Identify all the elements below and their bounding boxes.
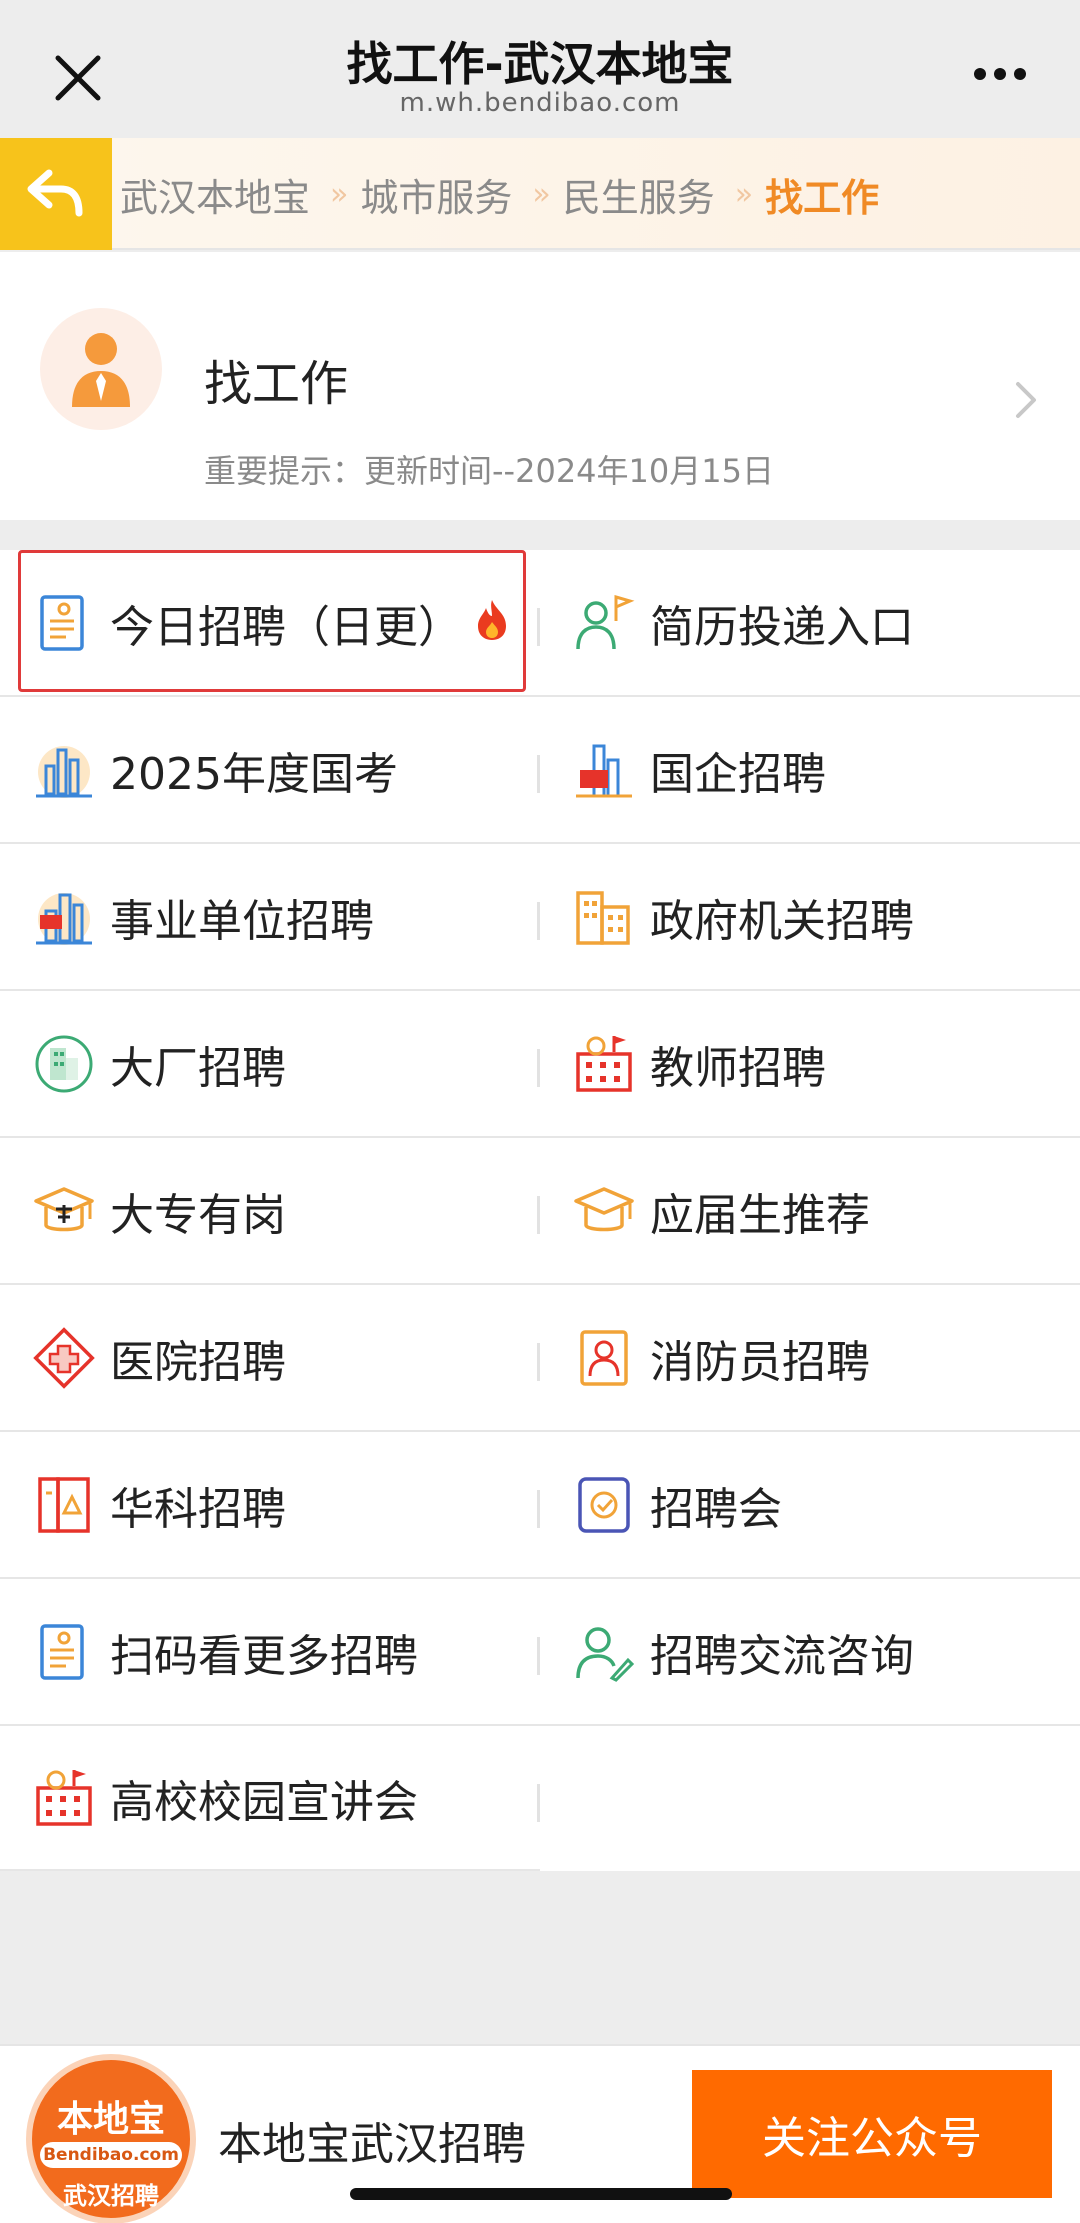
breadcrumb-item-livelihood[interactable]: 民生服务 — [563, 167, 715, 222]
graduate-cap-icon — [574, 1186, 634, 1231]
menu-item-state-enterprise[interactable]: 国企招聘 — [540, 697, 1080, 842]
menu-item-label: 大厂招聘 — [110, 1042, 286, 1094]
follow-button[interactable]: 关注公众号 — [692, 2070, 1052, 2198]
home-indicator — [350, 2188, 732, 2200]
job-fair-icon — [578, 1476, 630, 1533]
college-cap-icon — [34, 1186, 94, 1231]
job-seeker-icon — [40, 308, 162, 430]
institution-icon — [36, 892, 92, 945]
menu-row: 事业单位招聘 政府机关招聘 — [0, 844, 1080, 991]
city-icon — [36, 745, 92, 798]
header-title: 找工作 — [204, 356, 349, 412]
menu-item-label: 扫码看更多招聘 — [110, 1630, 418, 1682]
menu-item-hust[interactable]: 华科招聘 — [0, 1432, 540, 1577]
menu-item-scan-more[interactable]: 扫码看更多招聘 — [0, 1579, 540, 1724]
header-card[interactable]: 找工作 重要提示：更新时间--2024年10月15日 — [0, 252, 1080, 520]
breadcrumb-separator: » — [734, 176, 754, 212]
account-name: 本地宝武汉招聘 — [218, 2119, 526, 2170]
qr-document-icon — [40, 1623, 84, 1680]
menu-item-big-company[interactable]: 大厂招聘 — [0, 991, 540, 1136]
logo-top-text: 本地宝 — [56, 2099, 165, 2140]
highlight-box — [18, 550, 526, 692]
menu-item-label: 医院招聘 — [110, 1336, 286, 1388]
school-icon — [576, 1035, 632, 1092]
menu-item-government[interactable]: 政府机关招聘 — [540, 844, 1080, 989]
page-title: 找工作-武汉本地宝 — [346, 37, 734, 91]
person-flag-icon — [576, 594, 635, 649]
menu-item-label: 招聘交流咨询 — [650, 1630, 914, 1682]
update-note: 重要提示：更新时间--2024年10月15日 — [204, 452, 774, 490]
menu-item-label: 消防员招聘 — [650, 1336, 870, 1388]
university-icon — [38, 1476, 90, 1533]
menu-item-college[interactable]: 大专有岗 — [0, 1138, 540, 1283]
menu-item-job-fair[interactable]: 招聘会 — [540, 1432, 1080, 1577]
state-enterprise-icon — [576, 744, 632, 797]
chevron-right-icon — [1016, 382, 1036, 418]
menu-item-firefighter[interactable]: 消防员招聘 — [540, 1285, 1080, 1430]
breadcrumb-separator: » — [532, 176, 551, 212]
back-button[interactable] — [0, 138, 112, 250]
menu-row: 高校校园宣讲会 — [0, 1726, 1080, 1873]
menu-item-label: 教师招聘 — [650, 1042, 826, 1094]
menu-item-label: 应届生推荐 — [650, 1189, 870, 1241]
hospital-cross-icon — [33, 1326, 95, 1389]
breadcrumb-item-city-service[interactable]: 城市服务 — [360, 167, 512, 222]
back-arrow-icon — [27, 169, 83, 217]
menu-item-consult[interactable]: 招聘交流咨询 — [540, 1579, 1080, 1724]
menu-item-label: 华科招聘 — [110, 1483, 286, 1535]
menu-item-teacher[interactable]: 教师招聘 — [540, 991, 1080, 1136]
breadcrumb: 武汉本地宝 » 城市服务 » 民生服务 » 找工作 — [0, 138, 1080, 250]
menu-row: 2025年度国考 国企招聘 — [0, 697, 1080, 844]
menu-item-label: 政府机关招聘 — [650, 895, 914, 947]
menu-item-public-institution[interactable]: 事业单位招聘 — [0, 844, 540, 989]
title-bar: 找工作-武汉本地宝 m.wh.bendibao.com — [0, 0, 1080, 138]
logo-bottom-text: 武汉招聘 — [63, 2182, 159, 2210]
menu-item-label: 大专有岗 — [110, 1189, 286, 1241]
menu-row: 扫码看更多招聘 招聘交流咨询 — [0, 1579, 1080, 1726]
menu-row: 医院招聘 消防员招聘 — [0, 1285, 1080, 1432]
breadcrumb-separator: » — [330, 176, 349, 212]
menu-item-label: 国企招聘 — [650, 748, 826, 800]
menu-item-hospital[interactable]: 医院招聘 — [0, 1285, 540, 1430]
campus-icon — [36, 1769, 92, 1826]
menu-row: 今日招聘（日更） 简历投递入口 — [0, 550, 1080, 697]
consult-person-icon — [576, 1626, 635, 1682]
fire-icon — [478, 600, 506, 640]
government-building-icon — [576, 890, 630, 945]
menu-item-national-exam[interactable]: 2025年度国考 — [0, 697, 540, 842]
breadcrumb-item-home[interactable]: 武汉本地宝 — [120, 167, 310, 222]
menu-row: 华科招聘 招聘会 — [0, 1432, 1080, 1579]
menu-item-empty — [540, 1726, 1080, 1871]
logo-mid-text: Bendibao.com — [40, 2142, 182, 2168]
company-building-icon — [35, 1035, 93, 1092]
page-url: m.wh.bendibao.com — [399, 88, 681, 118]
menu-row: 大专有岗 应届生推荐 — [0, 1138, 1080, 1285]
more-icon[interactable] — [972, 66, 1028, 82]
menu-item-label: 高校校园宣讲会 — [110, 1776, 418, 1828]
bendibao-logo: 本地宝 Bendibao.com 武汉招聘 — [26, 2054, 196, 2223]
menu-item-campus-talk[interactable]: 高校校园宣讲会 — [0, 1726, 540, 1871]
menu-item-label: 简历投递入口 — [650, 601, 914, 653]
breadcrumb-current: 找工作 — [765, 175, 880, 220]
firefighter-icon — [580, 1329, 628, 1386]
menu-item-resume-submit[interactable]: 简历投递入口 — [540, 550, 1080, 695]
menu-item-fresh-graduate[interactable]: 应届生推荐 — [540, 1138, 1080, 1283]
menu-item-label: 招聘会 — [650, 1483, 782, 1535]
menu-row: 大厂招聘 教师招聘 — [0, 991, 1080, 1138]
menu-item-label: 2025年度国考 — [110, 748, 398, 800]
menu-item-label: 事业单位招聘 — [110, 895, 374, 947]
menu-grid: 今日招聘（日更） 简历投递入口 2025年度国考 国企招聘 事业单位招聘 政府机… — [0, 550, 1080, 1873]
